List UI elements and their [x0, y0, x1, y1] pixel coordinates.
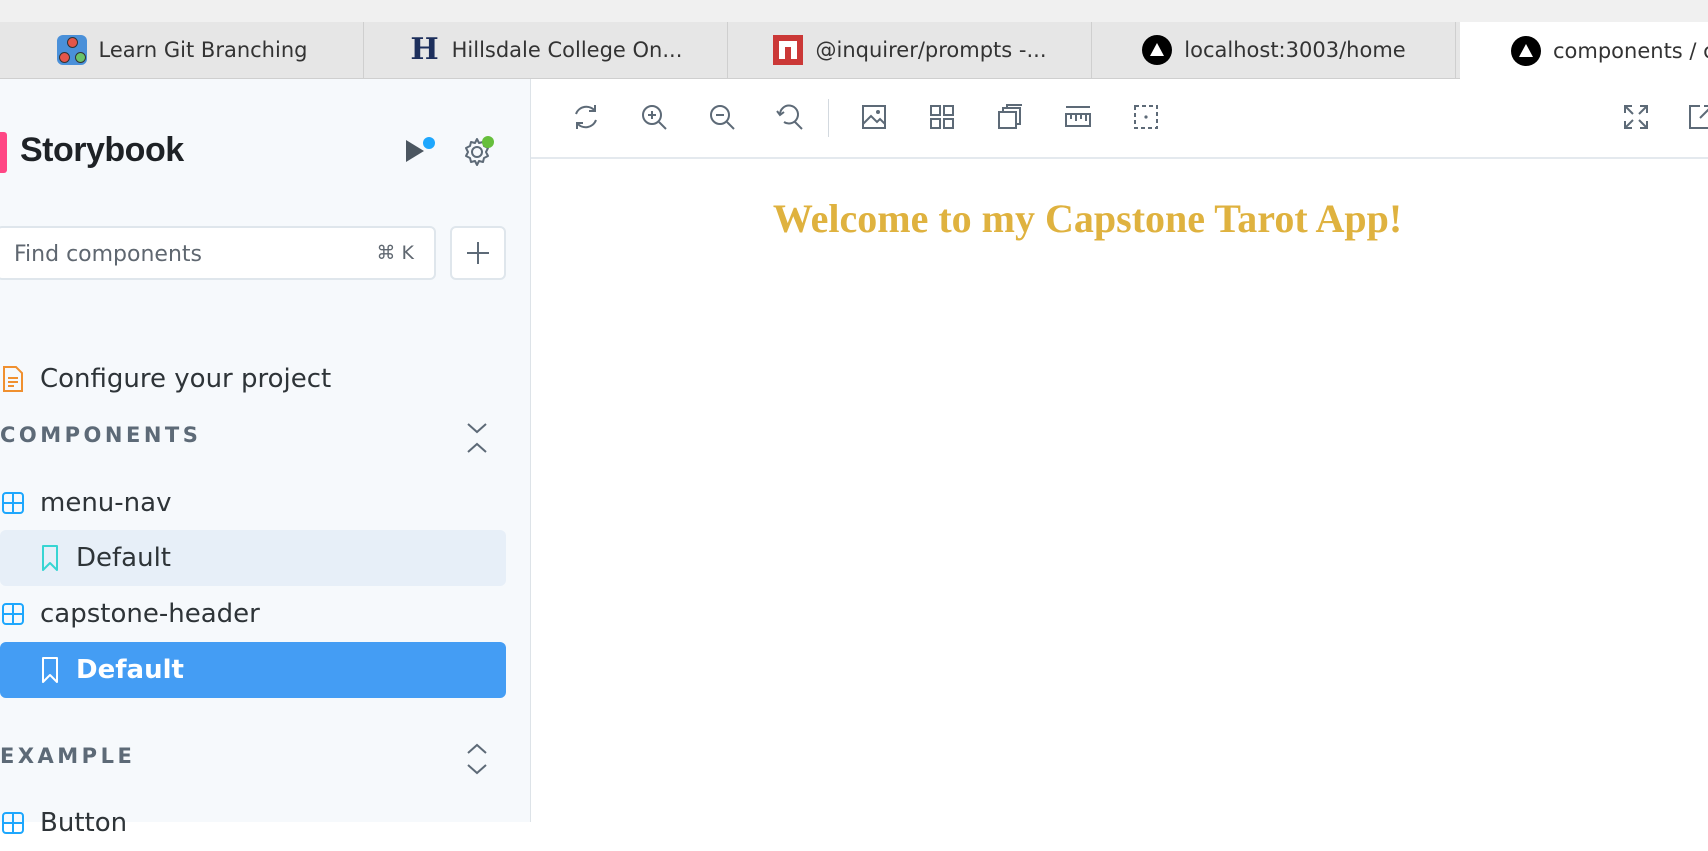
zoom-out-button[interactable]: [702, 97, 742, 137]
grid-icon: [930, 105, 954, 129]
tab-title: Hillsdale College On...: [451, 38, 683, 62]
measure-button[interactable]: [1058, 97, 1098, 137]
outline-button[interactable]: [1126, 97, 1166, 137]
zoom-out-icon: [710, 105, 735, 130]
vercel-triangle-icon: [1510, 35, 1542, 67]
toolbar-divider: [828, 99, 829, 137]
chevrons-collapse-icon: [467, 423, 487, 453]
grid-button[interactable]: [922, 97, 962, 137]
browser-tab-bar: Learn Git Branching H Hillsdale College …: [0, 22, 1708, 79]
browser-tab-hillsdale[interactable]: H Hillsdale College On...: [364, 22, 728, 78]
collapse-all-button[interactable]: [463, 418, 491, 458]
sidebar-item-menu-nav[interactable]: menu-nav: [0, 475, 506, 531]
background-icon: [862, 105, 886, 129]
tab-title: @inquirer/prompts -...: [815, 38, 1047, 62]
sidebar-story-menu-nav-default[interactable]: Default: [0, 530, 506, 586]
zoom-reset-icon: [776, 104, 803, 130]
remount-button[interactable]: [566, 97, 606, 137]
sidebar-item-label: Default: [76, 655, 184, 685]
sidebar-item-label: Configure your project: [40, 364, 332, 394]
whats-new-button[interactable]: [393, 129, 437, 173]
sidebar-item-label: menu-nav: [40, 488, 172, 518]
viewport-button[interactable]: [990, 97, 1030, 137]
expand-all-button[interactable]: [463, 739, 491, 779]
browser-tab-learn-git[interactable]: Learn Git Branching: [0, 22, 364, 78]
open-new-tab-icon: [1689, 105, 1708, 129]
zoom-in-icon: [642, 105, 667, 130]
window-top-strip: [0, 0, 1708, 23]
sidebar-item-label: Button: [40, 808, 128, 838]
settings-button[interactable]: [455, 129, 499, 173]
create-new-button[interactable]: [450, 226, 506, 280]
search-shortcut-hint: ⌘ K: [376, 242, 415, 264]
tab-title: Learn Git Branching: [98, 38, 308, 62]
tab-title: localhost:3003/home: [1184, 38, 1406, 62]
fullscreen-button[interactable]: [1616, 97, 1656, 137]
sidebar-item-button[interactable]: Button: [0, 795, 506, 851]
component-icon: [0, 810, 26, 836]
bookmark-icon: [37, 545, 63, 571]
sidebar-item-configure[interactable]: Configure your project: [0, 351, 506, 407]
section-header-components[interactable]: COMPONENTS: [0, 423, 201, 453]
document-icon: [0, 366, 26, 392]
hillsdale-h-icon: H: [410, 32, 439, 67]
storybook-sidebar: Storybook ⌘ K Configure your project: [0, 79, 531, 838]
browser-tab-npm[interactable]: @inquirer/prompts -...: [728, 22, 1092, 78]
background-button[interactable]: [854, 97, 894, 137]
sidebar-item-label: capstone-header: [40, 599, 260, 629]
section-header-example[interactable]: EXAMPLE: [0, 744, 135, 774]
open-new-tab-button[interactable]: [1681, 97, 1708, 137]
chevrons-expand-icon: [467, 743, 487, 775]
welcome-heading: Welcome to my Capstone Tarot App!: [772, 196, 1403, 241]
viewport-icon: [998, 104, 1022, 129]
vercel-triangle-icon: [1141, 34, 1173, 66]
brand-title[interactable]: Storybook: [20, 131, 184, 170]
git-branching-icon: [56, 34, 88, 66]
sidebar-story-capstone-header-default[interactable]: Default: [0, 642, 506, 698]
notification-dot: [423, 137, 435, 149]
story-preview-canvas: Welcome to my Capstone Tarot App!: [531, 159, 1708, 822]
outline-icon: [1134, 105, 1158, 129]
component-icon: [0, 601, 26, 627]
measure-icon: [1065, 106, 1091, 127]
browser-tab-components-active[interactable]: components / c: [1460, 22, 1708, 79]
npm-icon: [772, 34, 804, 66]
storybook-logo-mark: [0, 132, 7, 173]
sidebar-item-capstone-header[interactable]: capstone-header: [0, 586, 506, 642]
fullscreen-icon: [1624, 105, 1648, 129]
component-icon: [0, 490, 26, 516]
bookmark-icon: [37, 657, 63, 683]
zoom-reset-button[interactable]: [770, 97, 810, 137]
preview-toolbar: [531, 79, 1708, 159]
search-input[interactable]: [12, 236, 346, 272]
reload-icon: [575, 105, 597, 129]
browser-tab-localhost[interactable]: localhost:3003/home: [1092, 22, 1456, 78]
zoom-in-button[interactable]: [634, 97, 674, 137]
status-dot: [482, 136, 494, 148]
sidebar-item-label: Default: [76, 543, 171, 573]
search-box[interactable]: ⌘ K: [0, 226, 436, 280]
plus-icon: [467, 242, 489, 264]
tab-title: components / c: [1553, 38, 1708, 63]
